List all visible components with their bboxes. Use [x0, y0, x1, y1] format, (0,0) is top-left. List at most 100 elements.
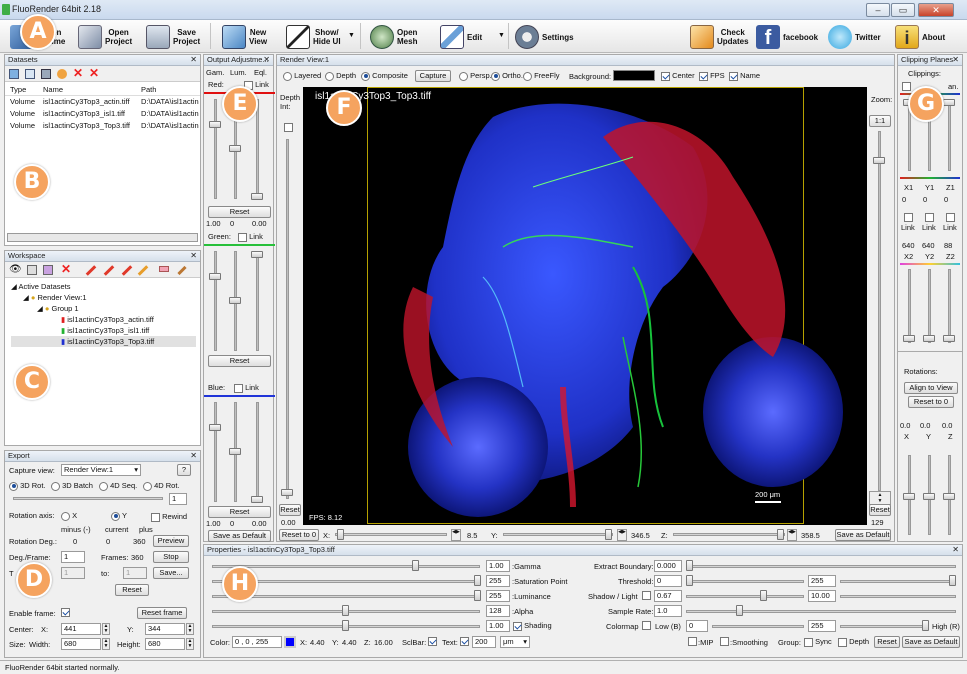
delete-icon[interactable]: ✕	[61, 262, 71, 276]
column-header[interactable]: Path	[141, 84, 156, 95]
height-spinner[interactable]: ▲ ▼	[186, 638, 194, 650]
close-icon[interactable]: ✕	[952, 545, 959, 555]
fps-checkbox[interactable]: FPS	[699, 71, 725, 81]
close-icon[interactable]: ✕	[190, 55, 197, 65]
brush-solid-icon[interactable]	[137, 265, 149, 276]
color-field[interactable]: 0 , 0 , 255	[232, 636, 282, 648]
axis-y-radio[interactable]: Y	[111, 511, 127, 521]
slider-knob[interactable]	[229, 448, 241, 455]
minimize-button[interactable]: –	[866, 3, 890, 17]
slider-knob[interactable]	[229, 297, 241, 304]
red-equalize-slider[interactable]	[256, 99, 259, 199]
mode-4d-seq[interactable]: 4D Seq.	[99, 481, 137, 491]
reset-frame-button[interactable]: Reset frame	[137, 607, 187, 619]
save-button[interactable]: Save...	[153, 567, 189, 579]
about-button[interactable]: i About	[895, 22, 945, 52]
table-row[interactable]: Volume isl1actinCy3Top3_actin.tiff D:\DA…	[5, 96, 200, 107]
center-checkbox[interactable]: Center	[661, 71, 695, 81]
y-link-checkbox[interactable]	[925, 213, 934, 222]
slider-knob[interactable]	[777, 529, 784, 540]
blue-reset-button[interactable]: Reset	[208, 506, 271, 518]
slider-knob[interactable]	[943, 493, 955, 500]
save-project-button[interactable]: Save Project	[146, 22, 200, 52]
slider-knob[interactable]	[342, 605, 349, 616]
zoom-slider[interactable]	[878, 131, 881, 491]
light-field[interactable]: 10.00	[808, 590, 836, 602]
horizontal-scrollbar[interactable]	[7, 233, 198, 242]
table-row[interactable]: Volume isl1actinCy3Top3_isl1.tiff D:\DAT…	[5, 108, 200, 119]
tree-node-dataset[interactable]: ▮ isl1actinCy3Top3_isl1.tiff	[11, 325, 200, 336]
close-icon[interactable]: ✕	[263, 55, 270, 65]
align-to-view-button[interactable]: Align to View	[904, 382, 958, 394]
x2-slider[interactable]	[908, 269, 911, 343]
depth-checkbox[interactable]: Depth	[838, 637, 869, 647]
slider-knob[interactable]	[922, 620, 929, 631]
slider-knob[interactable]	[342, 620, 349, 631]
extract-boundary-slider[interactable]	[686, 565, 956, 568]
save-as-default-button[interactable]: Save as Default	[208, 530, 271, 542]
scale-bar-checkbox[interactable]	[428, 637, 437, 646]
z-link-checkbox[interactable]	[946, 213, 955, 222]
delete-all-icon[interactable]: ✕	[89, 66, 99, 80]
preview-button[interactable]: Preview	[153, 535, 189, 547]
mip-checkbox[interactable]	[688, 637, 697, 646]
width-field[interactable]: 680	[61, 638, 101, 650]
depth-int-slider[interactable]	[286, 139, 289, 499]
column-header[interactable]: Name	[43, 84, 63, 95]
slider-knob[interactable]	[229, 145, 241, 152]
slider-knob[interactable]	[209, 273, 221, 280]
center-y-spinner[interactable]: ▲ ▼	[186, 623, 194, 635]
depth-int-checkbox[interactable]	[284, 123, 293, 132]
view-dataset-icon[interactable]	[25, 69, 35, 79]
save-as-default-button[interactable]: Save as Default	[902, 636, 960, 648]
close-icon[interactable]: ✕	[952, 55, 959, 65]
shadow-slider[interactable]	[686, 595, 804, 598]
slider-knob[interactable]	[251, 251, 263, 258]
sample-rate-field[interactable]: 1.0	[654, 605, 682, 617]
slider-knob[interactable]	[923, 493, 935, 500]
slider-knob[interactable]	[949, 575, 956, 586]
tree-node-dataset-selected[interactable]: ▮ isl1actinCy3Top3_Top3.tiff	[11, 336, 196, 347]
column-header[interactable]: Type	[10, 84, 26, 95]
sample-rate-slider[interactable]	[686, 610, 956, 613]
threshold-low-slider[interactable]	[686, 580, 804, 583]
layered-radio[interactable]: Layered	[283, 71, 321, 81]
green-gamma-slider[interactable]	[214, 251, 217, 351]
red-reset-button[interactable]: Reset	[208, 206, 271, 218]
brush-diffuse-icon[interactable]	[121, 265, 133, 276]
blue-link-checkbox[interactable]: Link	[234, 383, 259, 393]
depth-reset-button[interactable]: Reset	[279, 504, 301, 516]
center-y-field[interactable]: 344	[145, 623, 185, 635]
ortho-radio[interactable]: Ortho.	[491, 71, 523, 81]
smoothing-checkbox[interactable]	[720, 637, 729, 646]
green-reset-button[interactable]: Reset	[208, 355, 271, 367]
mode-4d-rot[interactable]: 4D Rot.	[143, 481, 180, 491]
slider-knob[interactable]	[943, 335, 955, 342]
green-link-checkbox[interactable]: Link	[238, 232, 263, 242]
show-hide-ui-button[interactable]: Show/ Hide UI	[286, 22, 341, 52]
luminance-field[interactable]: 255	[486, 590, 510, 602]
reset-button[interactable]: Reset	[874, 636, 900, 648]
perspective-radio[interactable]: Persp.	[459, 71, 492, 81]
red-gamma-slider[interactable]	[214, 99, 217, 199]
shading-field[interactable]: 1.00	[486, 620, 510, 632]
twitter-button[interactable]: Twitter	[828, 22, 881, 52]
threshold-high-field[interactable]: 255	[808, 575, 836, 587]
name-checkbox[interactable]: Name	[729, 71, 760, 81]
threshold-low-field[interactable]: 0	[654, 575, 682, 587]
composite-radio[interactable]: Composite	[361, 71, 408, 81]
save-as-default-button[interactable]: Save as Default	[835, 529, 891, 541]
open-project-button[interactable]: Open Project	[78, 22, 132, 52]
slider-knob[interactable]	[686, 575, 693, 586]
maximize-button[interactable]: ▭	[891, 3, 915, 17]
slider-knob[interactable]	[474, 575, 481, 586]
mode-3d-rot[interactable]: 3D Rot.	[9, 481, 46, 491]
slider-knob[interactable]	[209, 121, 221, 128]
scale-text-checkbox[interactable]	[460, 637, 469, 646]
y2-slider[interactable]	[928, 269, 931, 343]
width-spinner[interactable]: ▲ ▼	[102, 638, 110, 650]
shading-checkbox[interactable]: Shading	[513, 621, 552, 631]
x-rotation-spinner[interactable]: ◀▶	[451, 529, 461, 541]
slider-knob[interactable]	[337, 529, 344, 540]
close-button[interactable]: ✕	[918, 3, 954, 17]
